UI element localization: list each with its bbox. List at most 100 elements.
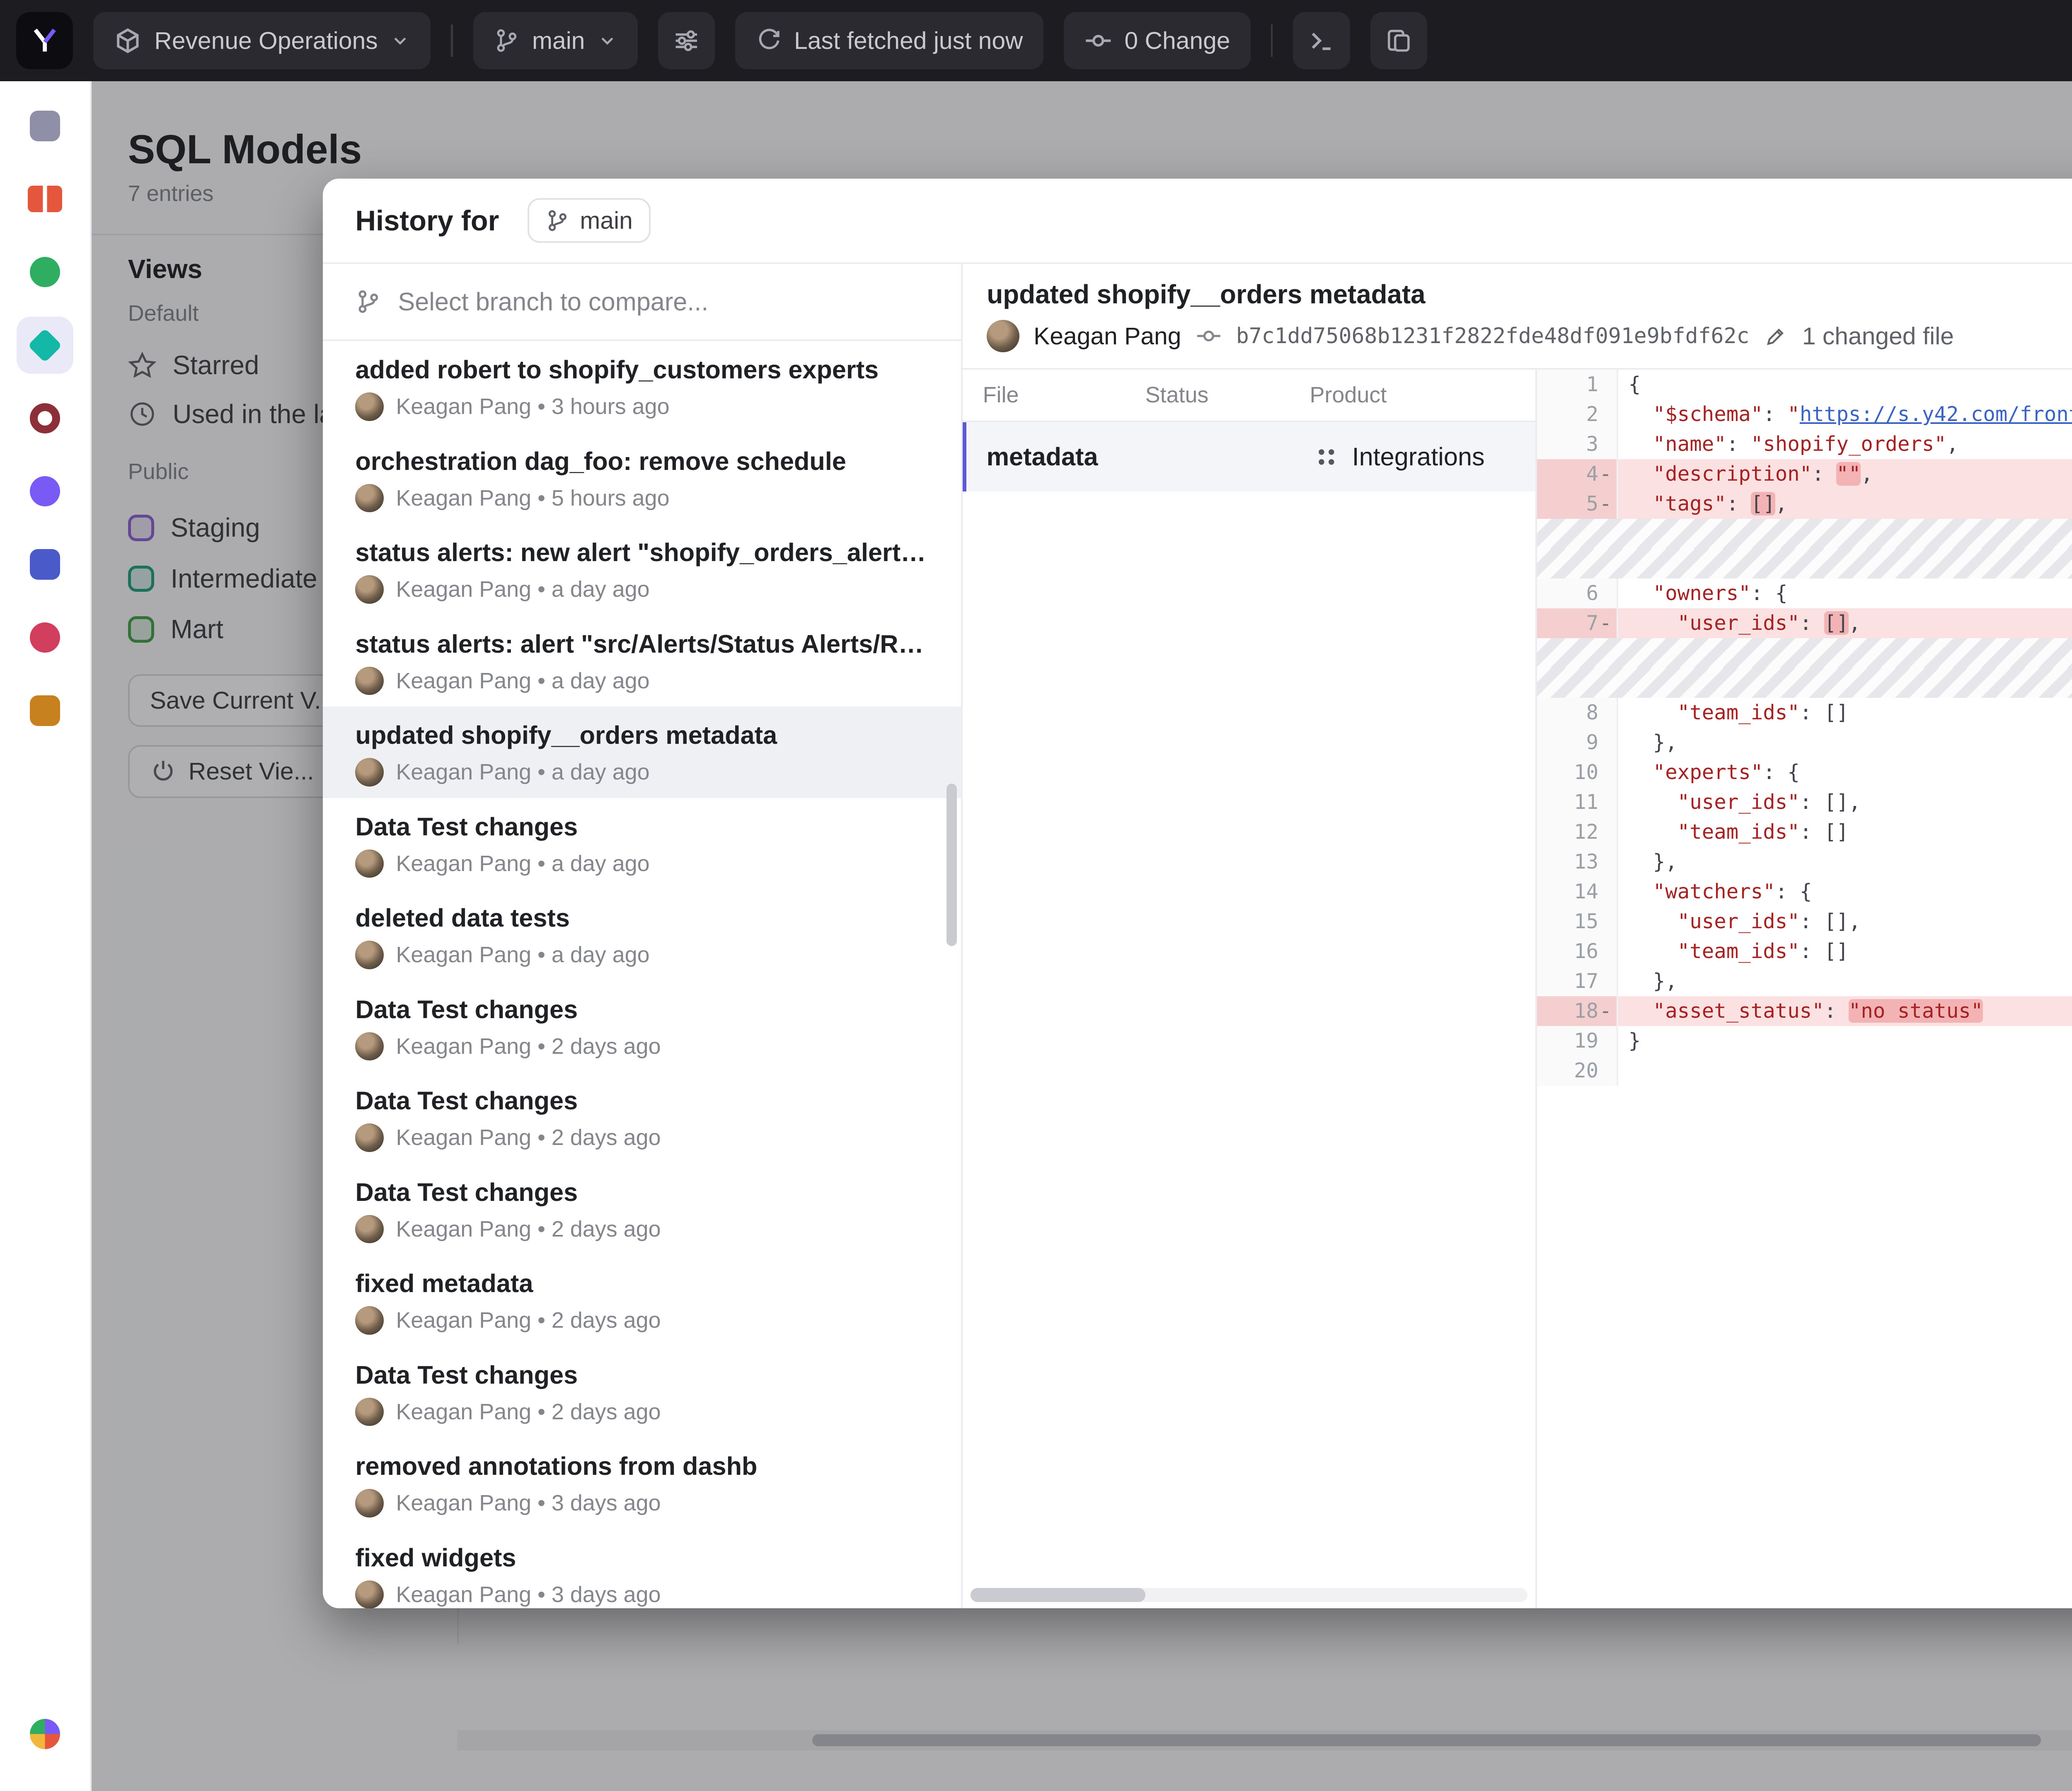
commit-hash[interactable]: b7c1dd75068b1231f2822fde48df091e9bfdf62c	[1236, 324, 1750, 349]
rail-item-rewards[interactable]	[17, 682, 73, 739]
commit-item[interactable]: fixed metadataKeagan Pang • 2 days ago	[323, 1255, 961, 1346]
commit-meta-row: Keagan Pang • a day ago	[355, 941, 928, 969]
commit-item[interactable]: orchestration dag_foo: remove scheduleKe…	[323, 433, 961, 524]
diff-line: 17 },	[1537, 966, 2072, 996]
compare-branch-placeholder: Select branch to compare...	[398, 287, 708, 316]
rail-item-sources[interactable]	[17, 244, 73, 300]
diff-sign	[1598, 728, 1612, 758]
code-line: "user_ids": [],	[1618, 787, 2072, 817]
line-number-gutter: 5-	[1537, 489, 1618, 519]
commit-list-scrollbar-thumb[interactable]	[946, 784, 957, 946]
sliders-icon	[672, 27, 701, 55]
left-rail	[0, 81, 92, 1791]
commit-detail-header: updated shopify__orders metadata Keagan …	[963, 264, 2072, 370]
files-scrollbar-thumb[interactable]	[971, 1588, 1145, 1602]
file-name: metadata	[987, 442, 1149, 471]
commit-item[interactable]: deleted data testsKeagan Pang • a day ag…	[323, 889, 961, 981]
branch-switcher[interactable]: main	[473, 12, 638, 69]
line-number: 13	[1574, 847, 1598, 877]
line-number: 5	[1586, 489, 1599, 519]
commit-title: Data Test changes	[355, 1086, 928, 1115]
commit-meta: Keagan Pang • 2 days ago	[396, 1307, 661, 1333]
avatar	[355, 941, 384, 969]
diff-line: 16 "team_ids": []	[1537, 937, 2072, 966]
line-number: 12	[1574, 817, 1598, 847]
rail-item-monitors[interactable]	[17, 390, 73, 447]
line-number-gutter: 4-	[1537, 459, 1618, 489]
commit-meta-row: Keagan Pang • 2 days ago	[355, 1032, 928, 1061]
file-row-metadata[interactable]: metadata Integrations	[963, 422, 1536, 491]
diff-pane-old: 1{2 "$schema": "https://s.y42.com/fronte…	[1537, 370, 2072, 1608]
line-number-gutter: 3	[1537, 429, 1618, 459]
line-number: 4	[1586, 459, 1599, 489]
commit-item[interactable]: removed annotations from dashbKeagan Pan…	[323, 1438, 961, 1529]
code-line: "watchers": {	[1618, 877, 2072, 907]
branch-icon	[545, 208, 570, 233]
commit-item[interactable]: fixed widgetsKeagan Pang • 3 days ago	[323, 1529, 961, 1608]
diff-sign	[1598, 877, 1612, 907]
commit-icon	[1084, 27, 1113, 55]
modal-title: History for	[355, 204, 499, 237]
commit-item[interactable]: status alerts: new alert "shopify_orders…	[323, 524, 961, 615]
code-line: "user_ids": [],	[1618, 608, 2072, 638]
rail-item-alerts[interactable]	[17, 609, 73, 666]
commit-item[interactable]: added robert to shopify_customers expert…	[323, 341, 961, 433]
diff-sign	[1598, 370, 1612, 399]
integrations-icon	[1313, 444, 1340, 470]
rail-item-workspace[interactable]	[17, 97, 73, 154]
rail-item-dashboards[interactable]	[17, 536, 73, 593]
code-line: "tags": [],	[1618, 489, 2072, 519]
panels-icon	[1385, 27, 1413, 55]
rail-item-team[interactable]	[17, 463, 73, 520]
line-number: 3	[1586, 429, 1599, 459]
diff-sign	[1598, 399, 1612, 429]
code-line: },	[1618, 728, 2072, 758]
compare-branch-select[interactable]: Select branch to compare...	[323, 264, 961, 341]
commit-meta-row: Keagan Pang • a day ago	[355, 667, 928, 695]
diff-line	[1537, 549, 2072, 578]
topbar-separator	[1271, 24, 1273, 57]
commit-item[interactable]: Data Test changesKeagan Pang • 2 days ag…	[323, 1164, 961, 1255]
commit-meta: Keagan Pang • a day ago	[396, 759, 649, 785]
last-fetched-label: Last fetched just now	[794, 27, 1023, 55]
panels-button[interactable]	[1370, 12, 1427, 69]
commit-item[interactable]: Data Test changesKeagan Pang • 2 days ag…	[323, 1072, 961, 1164]
commit-item[interactable]: Data Test changesKeagan Pang • 2 days ag…	[323, 1346, 961, 1438]
workspace-icon	[30, 111, 61, 141]
code-line: "owners": {	[1618, 578, 2072, 608]
terminal-button[interactable]	[1293, 12, 1350, 69]
rewards-icon	[30, 695, 61, 726]
diff-sign: -	[1598, 459, 1612, 489]
line-number-gutter: 11	[1537, 787, 1618, 817]
last-fetched-button[interactable]: Last fetched just now	[735, 12, 1043, 69]
code-line	[1618, 1056, 2072, 1086]
commit-meta: Keagan Pang • 3 days ago	[396, 1490, 661, 1516]
files-horizontal-scrollbar[interactable]	[971, 1588, 1527, 1602]
files-table-header: File Status Product	[963, 370, 1536, 422]
changes-button[interactable]: 0 Change	[1064, 12, 1251, 69]
branch-icon	[355, 288, 382, 315]
workspace-switcher[interactable]: Revenue Operations	[93, 12, 431, 69]
commit-item[interactable]: status alerts: alert "src/Alerts/Status …	[323, 615, 961, 707]
commit-title: Data Test changes	[355, 995, 928, 1024]
y42-logo[interactable]	[16, 12, 73, 69]
line-number-gutter	[1537, 668, 1618, 698]
env-settings-button[interactable]	[658, 12, 715, 69]
rail-item-docs[interactable]	[17, 171, 73, 228]
commit-title: fixed widgets	[355, 1543, 928, 1572]
commit-item[interactable]: Data Test changesKeagan Pang • a day ago	[323, 798, 961, 890]
diff-sign	[1598, 698, 1612, 728]
line-number: 15	[1574, 907, 1598, 937]
rail-item-models[interactable]	[17, 317, 73, 373]
avatar	[355, 1215, 384, 1244]
commit-title: Data Test changes	[355, 1178, 928, 1207]
rail-item-apps[interactable]	[17, 1706, 73, 1762]
diff-line: 15 "user_ids": [],	[1537, 907, 2072, 937]
commit-item[interactable]: Data Test changes Keagan Pang • 2 days ag…	[323, 981, 961, 1072]
code-line: }	[1618, 1026, 2072, 1056]
topbar: Revenue Operations main Last fetched jus…	[0, 0, 2072, 81]
commit-item[interactable]: updated shopify__orders metadata Keagan P…	[323, 707, 961, 798]
diff-line	[1537, 638, 2072, 668]
commit-title: updated shopify__orders metadata	[355, 721, 928, 750]
diff-sign: -	[1598, 996, 1612, 1026]
